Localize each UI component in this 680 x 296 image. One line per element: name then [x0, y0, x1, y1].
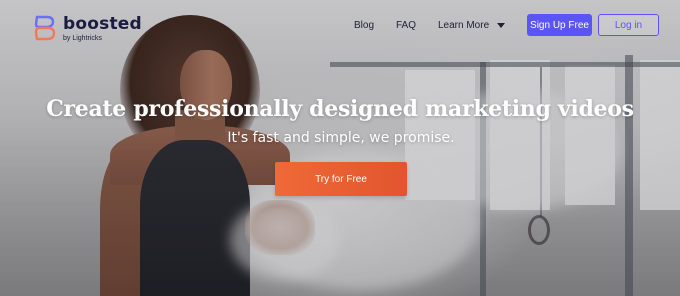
hero-subheadline: It's fast and simple, we promise. — [227, 130, 455, 146]
boosted-logo-icon — [34, 15, 56, 41]
brand-byline: by Lightricks — [63, 35, 102, 42]
learn-more-label: Learn More — [438, 20, 490, 31]
nav-link-faq[interactable]: FAQ — [396, 20, 416, 31]
nav-link-learn-more[interactable]: Learn More — [438, 20, 506, 31]
chevron-down-icon — [497, 23, 506, 28]
hero-section: boosted by Lightricks Blog FAQ Learn Mor… — [0, 0, 680, 296]
nav-link-blog[interactable]: Blog — [354, 20, 374, 31]
top-nav: boosted by Lightricks Blog FAQ Learn Mor… — [0, 0, 680, 52]
hero-headline: Create professionally designed marketing… — [46, 96, 634, 122]
login-button[interactable]: Log in — [598, 14, 659, 36]
brand-name: boosted — [63, 14, 142, 34]
brand-logo[interactable]: boosted by Lightricks — [33, 15, 142, 42]
sign-up-button[interactable]: Sign Up Free — [527, 14, 592, 36]
try-for-free-button[interactable]: Try for Free — [275, 162, 407, 196]
